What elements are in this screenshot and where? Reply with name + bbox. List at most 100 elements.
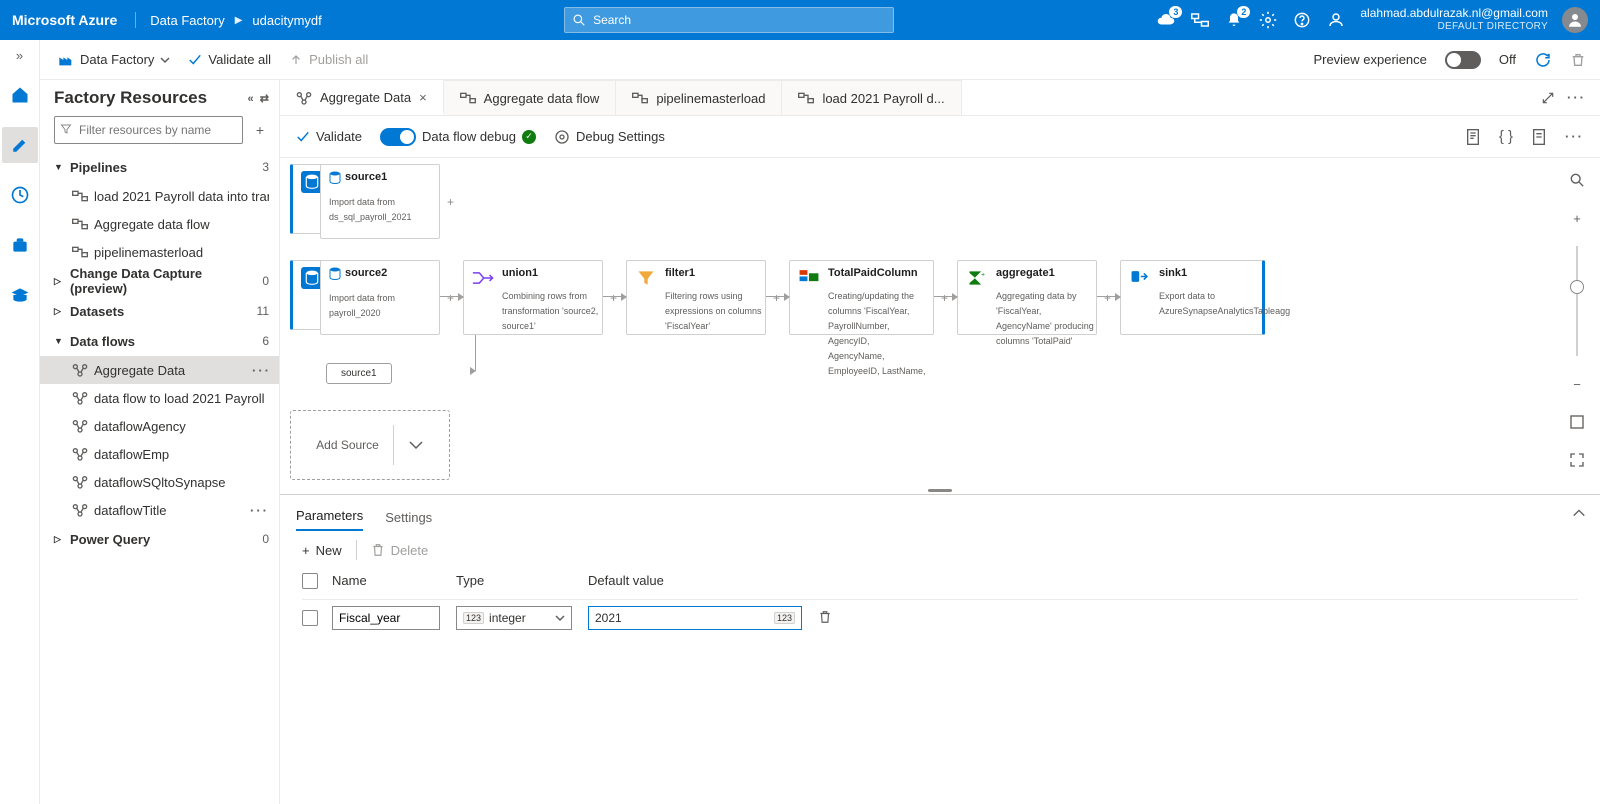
tree-cdc[interactable]: ▷Change Data Capture (preview) 0 [54,266,269,296]
tab-load-2021-payroll[interactable]: load 2021 Payroll d... [782,80,961,115]
pipeline-item[interactable]: pipelinemasterload [54,238,269,266]
delete-parameter-button[interactable]: Delete [371,542,429,558]
collapse-panel-icon[interactable] [1572,506,1600,521]
filter-icon [60,123,72,138]
rail-manage[interactable] [2,227,38,263]
param-type-select[interactable]: 123integer [456,606,572,630]
tab-aggregate-data-flow[interactable]: Aggregate data flow [444,80,617,115]
badge: 2 [1237,6,1250,18]
node-source2[interactable]: source2 Import data from payroll_2020 + [320,260,440,335]
filter-input[interactable] [54,116,243,144]
add-output-icon[interactable]: + [941,291,948,305]
pipeline-item[interactable]: Aggregate data flow [54,210,269,238]
zoom-in-icon[interactable]: + [1563,204,1591,232]
feedback-icon[interactable] [1326,10,1346,30]
help-icon[interactable] [1292,10,1312,30]
add-output-icon[interactable]: + [773,291,780,305]
add-output-icon[interactable]: + [447,291,454,305]
aggregate-icon: + [966,267,988,289]
tree-powerquery[interactable]: ▷Power Query 0 [54,524,269,554]
dataflow-item[interactable]: Aggregate Data··· [40,356,279,384]
notifications-icon[interactable]: 2 [1224,10,1244,30]
data-flow-debug-toggle[interactable]: Data flow debug ✓ [380,128,536,146]
dataflow-item[interactable]: dataflowEmp [54,440,269,468]
rail-author[interactable] [2,127,38,163]
node-source1[interactable]: source1 Import data from ds_sql_payroll_… [320,164,440,239]
node-sink1[interactable]: sink1Export data to AzureSynapseAnalytic… [1120,260,1265,335]
tree-pipelines[interactable]: ▼Pipelines 3 [54,152,269,182]
search-canvas-icon[interactable] [1563,166,1591,194]
dataflow-canvas[interactable]: source1 Import data from ds_sql_payroll_… [280,158,1600,486]
breadcrumb-leaf[interactable]: udacitymydf [252,13,321,28]
parameter-row: 123integer 2021 123 [302,599,1578,636]
tree-dataflows[interactable]: ▼Data flows 6 [54,326,269,356]
properties-icon[interactable] [1531,128,1547,146]
item-menu-icon[interactable]: ··· [252,363,271,378]
rail-monitor[interactable] [2,177,38,213]
dataflow-item[interactable]: dataflowSQltoSynapse [54,468,269,496]
node-totalpaidcolumn[interactable]: TotalPaidColumnCreating/updating the col… [789,260,934,335]
node-union1[interactable]: union1Combining rows from transformation… [463,260,603,335]
chevron-down-icon [408,440,424,450]
tab-settings[interactable]: Settings [385,510,432,531]
sink-icon [1129,267,1151,289]
debug-settings-button[interactable]: Debug Settings [554,129,665,145]
pipeline-item[interactable]: load 2021 Payroll data into transacti... [54,182,269,210]
expand-icon[interactable] [1541,91,1555,105]
sidebar-collapse-icon[interactable]: « ⇄ [248,92,269,105]
avatar[interactable] [1562,7,1588,33]
tab-parameters[interactable]: Parameters [296,508,363,531]
rail-home[interactable] [2,77,38,113]
add-output-icon[interactable]: + [1104,291,1111,305]
union-input-source1[interactable]: source1 [326,363,392,384]
node-filter1[interactable]: filter1Filtering rows using expressions … [626,260,766,335]
account-menu[interactable]: alahmad.abdulrazak.nl@gmail.com DEFAULT … [1360,7,1548,32]
add-resource-button[interactable]: + [251,119,269,141]
new-parameter-button[interactable]: + New [302,543,342,558]
param-name-input[interactable] [332,606,440,630]
close-icon[interactable]: × [419,90,427,105]
tab-aggregate-data[interactable]: Aggregate Data× [280,80,444,115]
expand-rail-icon[interactable]: » [16,48,23,63]
rail-learn[interactable] [2,277,38,313]
fit-screen-icon[interactable] [1563,408,1591,436]
script-icon[interactable] [1465,128,1481,146]
global-search[interactable]: Search [564,7,894,33]
node-aggregate1[interactable]: + aggregate1Aggregating data by 'FiscalY… [957,260,1097,335]
param-value-input[interactable]: 2021 123 [588,606,802,630]
more-tabs-icon[interactable]: ··· [1567,90,1586,105]
azure-logo[interactable]: Microsoft Azure [12,12,136,28]
row-delete-icon[interactable] [818,609,832,628]
derived-column-icon [798,267,820,289]
zoom-out-icon[interactable]: − [1563,370,1591,398]
select-all-checkbox[interactable] [302,573,318,589]
code-braces-icon[interactable]: { } [1499,128,1513,145]
tab-pipelinemasterload[interactable]: pipelinemasterload [616,80,782,115]
fullscreen-icon[interactable] [1563,446,1591,474]
directories-icon[interactable] [1190,10,1210,30]
dataflow-item[interactable]: dataflowTitle··· [54,496,269,524]
refresh-icon[interactable] [1534,51,1552,69]
item-menu-icon[interactable]: ··· [250,503,269,518]
publish-all-button[interactable]: Publish all [289,52,368,67]
dataflow-item[interactable]: data flow to load 2021 Payroll Data t... [54,384,269,412]
toolbar-more-icon[interactable]: ··· [1565,129,1584,144]
dataflow-item[interactable]: dataflowAgency [54,412,269,440]
chevron-right-icon: ▶ [235,15,243,26]
col-name-header: Name [332,573,456,589]
cloud-shell-icon[interactable]: 3 [1156,10,1176,30]
validate-button[interactable]: Validate [296,129,362,144]
panel-resize-handle[interactable] [280,486,1600,494]
validate-all-button[interactable]: Validate all [188,52,271,67]
add-output-icon[interactable]: + [610,291,617,305]
settings-icon[interactable] [1258,10,1278,30]
add-source-button[interactable]: Add Source [290,410,450,480]
add-output-icon[interactable]: + [447,195,454,209]
subbar-data-factory[interactable]: Data Factory [58,52,170,67]
tree-datasets[interactable]: ▷Datasets 11 [54,296,269,326]
zoom-slider-knob[interactable] [1570,280,1584,294]
row-checkbox[interactable] [302,610,318,626]
preview-toggle[interactable] [1445,51,1481,69]
breadcrumb-root[interactable]: Data Factory [150,13,224,28]
trash-icon[interactable] [1570,51,1586,69]
